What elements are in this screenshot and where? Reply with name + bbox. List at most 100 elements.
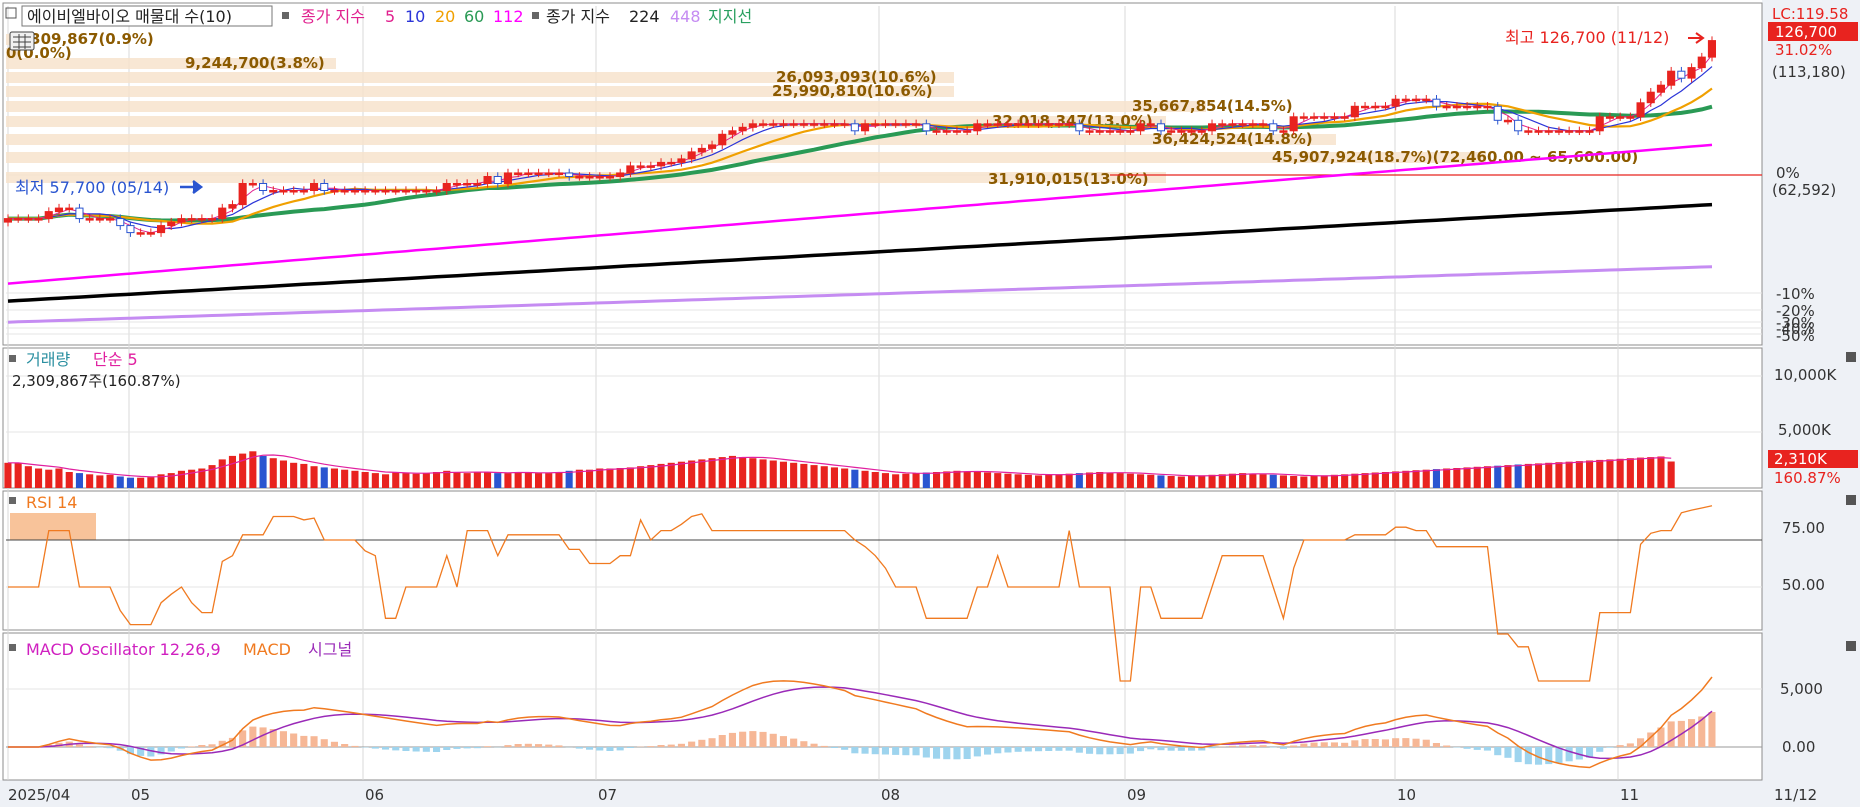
ma-legend-448[interactable]: 448: [670, 7, 701, 26]
candle-body-140: [1432, 98, 1441, 107]
macd-osc-bar-70: [718, 735, 726, 747]
volume-bar-67: [688, 460, 696, 488]
candle-body-17: [177, 218, 186, 223]
macd-axis-b: 0.00: [1782, 738, 1815, 756]
volume-bar-23: [239, 453, 247, 488]
macd-osc-bar-129: [1320, 742, 1328, 747]
macd-osc-bar-87: [892, 747, 900, 755]
volume-bar-114: [1167, 476, 1175, 488]
volume-close-icon[interactable]: [1846, 352, 1856, 362]
volume-bar-146: [1494, 465, 1502, 488]
legend-title[interactable]: 에이비엘바이오 매물대 수(10): [27, 7, 232, 26]
vp-label-9: 31,910,015(13.0%): [988, 170, 1149, 188]
volume-bar-12: [126, 477, 134, 488]
legend-marker-icon-2: [532, 12, 539, 19]
candle-body-93: [952, 130, 962, 133]
volume-legend-ma[interactable]: 단순 5: [93, 350, 138, 369]
candle-body-122: [1248, 123, 1257, 126]
macd-osc-bar-110: [1126, 747, 1134, 754]
ma-legend-20[interactable]: 20: [435, 7, 455, 26]
volume-bar-27: [279, 460, 287, 488]
ma-legend-label[interactable]: 종가 지수: [301, 7, 365, 26]
volume-bar-108: [1106, 472, 1114, 488]
volume-bar-73: [749, 458, 757, 488]
volume-bar-121: [1239, 473, 1247, 488]
volume-bar-17: [177, 470, 185, 488]
macd-osc-bar-88: [902, 747, 910, 756]
ma-legend-10[interactable]: 10: [405, 7, 425, 26]
candle-body-120: [1228, 123, 1237, 126]
volume-bar-75: [769, 460, 777, 488]
macd-osc-bar-64: [657, 745, 665, 747]
volume-bar-0: [4, 462, 12, 488]
volume-bar-45: [463, 473, 471, 488]
candle-body-58: [595, 176, 604, 179]
chart-canvas: 2,309,867(0.9%) 0(0.0%) 9,244,700(3.8%) …: [0, 0, 1860, 807]
candle-body-34: [350, 190, 359, 193]
candle-body-135: [1381, 105, 1390, 109]
candle-body-104: [1065, 123, 1074, 126]
ma-legend-60[interactable]: 60: [464, 7, 484, 26]
volume-bar-4: [45, 469, 53, 488]
rsi-close-icon[interactable]: [1846, 495, 1856, 505]
macd-legend-osc[interactable]: MACD Oscillator 12,26,9: [26, 640, 221, 659]
macd-close-icon[interactable]: [1846, 641, 1856, 651]
candle-body-84: [861, 123, 870, 132]
rsi-legend-title[interactable]: RSI 14: [26, 493, 77, 512]
candle-body-2: [24, 218, 33, 221]
ma-legend-224[interactable]: 224: [629, 7, 660, 26]
macd-osc-bar-122: [1249, 745, 1257, 747]
macd-osc-bar-20: [208, 744, 216, 747]
candle-body-105: [1075, 123, 1084, 132]
time-axis-strip: [0, 780, 1860, 807]
macd-osc-bar-31: [320, 739, 328, 747]
candle-body-151: [1544, 130, 1553, 133]
volume-bar-50: [514, 472, 522, 488]
ma2-legend-label[interactable]: 종가 지수: [546, 7, 610, 26]
volume-bar-143: [1463, 467, 1471, 488]
ma-legend-5[interactable]: 5: [385, 7, 395, 26]
volume-bar-39: [402, 473, 410, 488]
candle-body-47: [483, 176, 492, 184]
macd-osc-bar-46: [473, 747, 481, 749]
candle-body-19: [197, 218, 206, 221]
volume-bar-14: [147, 477, 155, 488]
macd-osc-bar-95: [973, 747, 981, 757]
macd-osc-bar-97: [994, 747, 1002, 754]
support-legend[interactable]: 지지선: [708, 7, 752, 26]
macd-osc-bar-16: [167, 747, 175, 752]
macd-osc-bar-63: [647, 746, 655, 747]
volume-bar-26: [269, 458, 277, 488]
volume-bar-132: [1351, 473, 1359, 488]
macd-osc-bar-139: [1422, 739, 1430, 747]
volume-bar-33: [341, 469, 349, 488]
volume-bar-53: [545, 473, 553, 488]
volume-bar-141: [1443, 468, 1451, 488]
volume-bar-136: [1392, 471, 1400, 488]
macd-osc-bar-28: [290, 733, 298, 747]
macd-legend-macd[interactable]: MACD: [243, 640, 291, 659]
macd-osc-bar-83: [851, 747, 859, 754]
macd-osc-bar-78: [800, 741, 808, 747]
volume-bar-58: [596, 468, 604, 488]
macd-osc-bar-75: [769, 733, 777, 747]
candle-body-132: [1350, 105, 1359, 118]
macd-osc-bar-158: [1616, 745, 1624, 747]
volume-bar-61: [626, 467, 634, 488]
macd-osc-bar-67: [688, 741, 696, 747]
macd-osc-bar-40: [412, 747, 420, 752]
macd-osc-bar-41: [422, 747, 430, 752]
candle-body-31: [320, 183, 329, 191]
volume-bar-30: [310, 466, 318, 488]
candle-body-83: [850, 123, 859, 132]
candle-body-160: [1636, 102, 1645, 118]
volume-bar-21: [218, 459, 226, 488]
volume-bar-34: [351, 470, 359, 488]
macd-legend-signal[interactable]: 시그널: [308, 640, 352, 659]
volume-bar-119: [1218, 474, 1226, 488]
volume-legend-title[interactable]: 거래량: [26, 350, 70, 369]
vp-label-6: 35,667,854(14.5%): [1132, 97, 1293, 115]
volume-bar-153: [1565, 461, 1573, 488]
volume-bar-86: [881, 473, 889, 488]
ma-legend-112[interactable]: 112: [493, 7, 524, 26]
